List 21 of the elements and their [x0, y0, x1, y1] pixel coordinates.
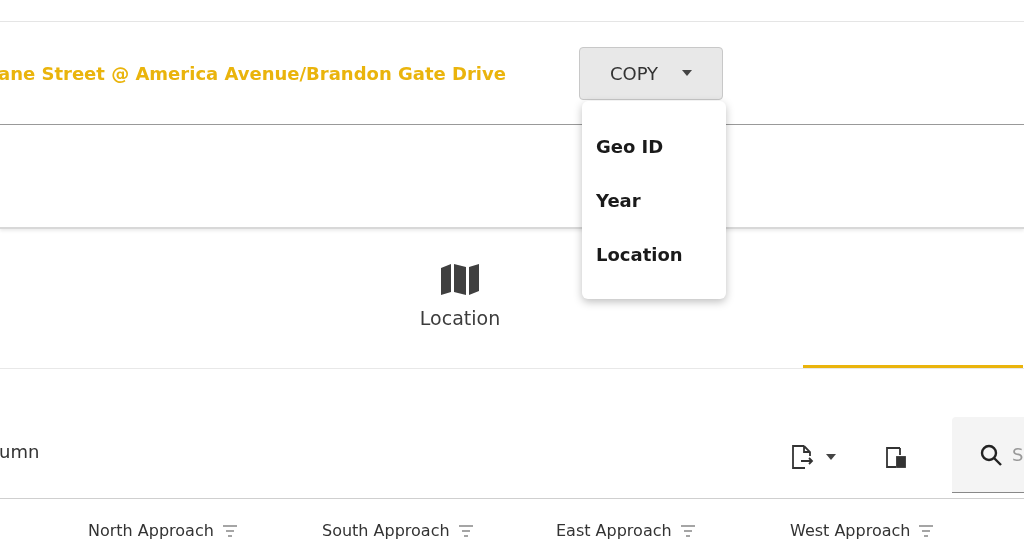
search-icon [979, 443, 1003, 467]
toolbar-label: umn [0, 440, 40, 464]
search-field[interactable]: S [952, 417, 1024, 493]
document-icon [884, 445, 908, 469]
column-header: West Approach [790, 520, 911, 542]
column-header: East Approach [556, 520, 672, 542]
filter-icon[interactable] [918, 525, 935, 537]
menu-item[interactable]: Location [582, 227, 726, 281]
filter-icon[interactable] [221, 525, 238, 537]
map-icon [439, 261, 481, 296]
tab[interactable]: Location [350, 229, 570, 368]
menu-item[interactable]: Geo ID [582, 119, 726, 173]
column-header: South Approach [322, 520, 450, 542]
export-icon [790, 444, 814, 470]
caret-icon [682, 70, 693, 76]
column-header: North Approach [88, 520, 214, 542]
caret-icon [826, 454, 836, 460]
filter-icon[interactable] [457, 525, 474, 537]
filter-icon[interactable] [679, 525, 696, 537]
copy-button[interactable]: COPY [579, 46, 723, 100]
menu-item[interactable]: Year [582, 173, 726, 227]
